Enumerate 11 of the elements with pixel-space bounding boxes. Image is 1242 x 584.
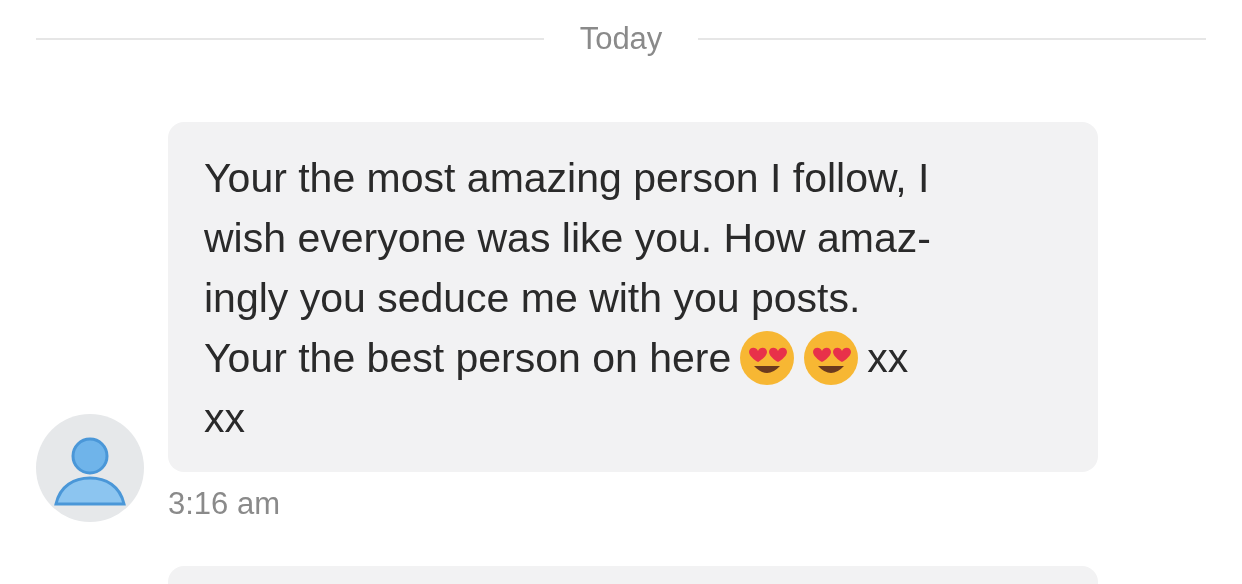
message-time: 3:16 am	[168, 486, 281, 522]
date-divider-label: Today	[579, 21, 663, 57]
heart-eyes-emoji-icon	[803, 330, 860, 386]
message-text: ingly you seduce me with you posts.	[204, 274, 861, 322]
message-text: wish everyone was like you. How amaz-	[204, 214, 931, 262]
message-text: Your the best person on here	[204, 334, 732, 382]
message-text: xx	[204, 394, 245, 442]
avatar-icon[interactable]	[36, 414, 144, 522]
heart-eyes-emoji-icon	[739, 330, 796, 386]
message-text: xx	[867, 334, 909, 382]
message-text: Your the most amazing person I follow, I	[204, 154, 930, 202]
